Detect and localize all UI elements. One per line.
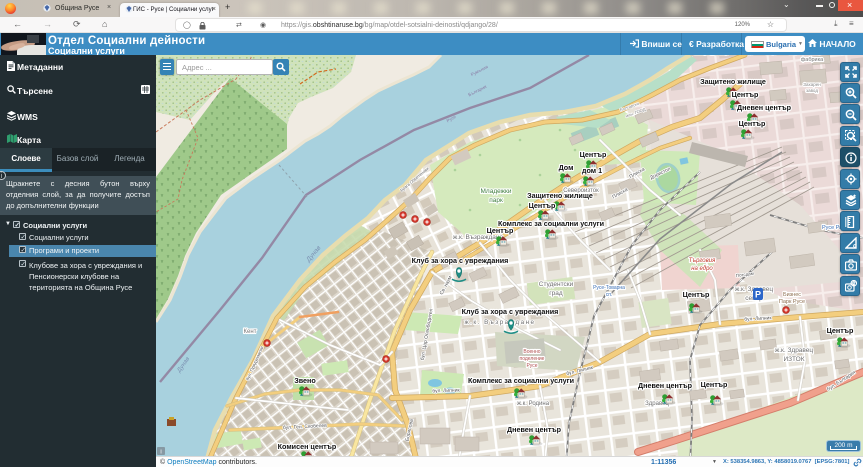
svg-text:Младежки: Младежки [481,188,512,195]
svg-text:ж.к. Възраждане: ж.к. Възраждане [464,319,535,326]
svg-text:Защитено жилище: Защитено жилище [527,191,593,200]
svg-text:град: град [549,290,563,297]
svg-text:Комплекс за социални услуги: Комплекс за социални услуги [498,219,604,228]
svg-text:сп.: сп. [606,292,613,298]
svg-text:Център: Център [739,119,766,128]
svg-text:Дневен център: Дневен център [638,381,693,390]
svg-text:Бизнес: Бизнес [783,292,801,298]
svg-text:Русе-Товарна: Русе-Товарна [593,285,625,291]
svg-text:Студентски: Студентски [539,281,574,288]
svg-text:Клуб за хора с увреждания: Клуб за хора с увреждания [412,256,509,265]
svg-text:на едро: на едро [691,266,713,272]
svg-text:бул. Липник: бул. Липник [432,387,460,394]
svg-text:ИЗТОК: ИЗТОК [784,356,805,363]
svg-text:Център: Център [683,290,710,299]
svg-text:ж.к. Здравец: ж.к. Здравец [775,347,814,354]
svg-text:Комисен център: Комисен център [278,442,337,451]
svg-text:P: P [755,290,761,300]
svg-text:Кент: Кент [244,329,257,335]
svg-text:Център: Център [827,326,854,335]
svg-text:фабрика: фабрика [801,57,824,63]
svg-text:Център: Център [701,380,728,389]
svg-text:дом 1: дом 1 [582,166,602,175]
svg-text:Защитено жилище: Защитено жилище [700,77,766,86]
svg-text:Дневен център: Дневен център [737,103,792,112]
svg-text:Русе: Русе [526,363,537,369]
svg-text:Търговия: Търговия [689,258,716,264]
svg-text:Звено: Звено [294,376,316,385]
svg-text:Център: Център [487,226,514,235]
svg-text:Дневен център: Дневен център [507,425,562,434]
svg-text:завод: завод [806,88,818,93]
svg-text:ж.к. Родина: ж.к. Родина [517,401,550,407]
svg-text:Парк Русе: Парк Русе [779,299,805,305]
svg-text:Център: Център [732,90,759,99]
svg-text:i: i [160,450,161,456]
svg-text:Дом: Дом [559,163,574,172]
svg-text:поделение: поделение [520,356,545,362]
svg-text:ж.к. Възраждане: ж.к. Възраждане [453,234,504,241]
svg-text:Център: Център [580,150,607,159]
svg-text:парк: парк [489,197,503,204]
svg-text:Център: Център [529,201,556,210]
svg-text:Захарен: Захарен [803,82,821,87]
svg-text:Комплекс за социални услуги: Комплекс за социални услуги [468,376,574,385]
svg-text:Военно: Военно [523,349,540,355]
svg-text:Клуб за хора с увреждания: Клуб за хора с увреждания [462,307,559,316]
